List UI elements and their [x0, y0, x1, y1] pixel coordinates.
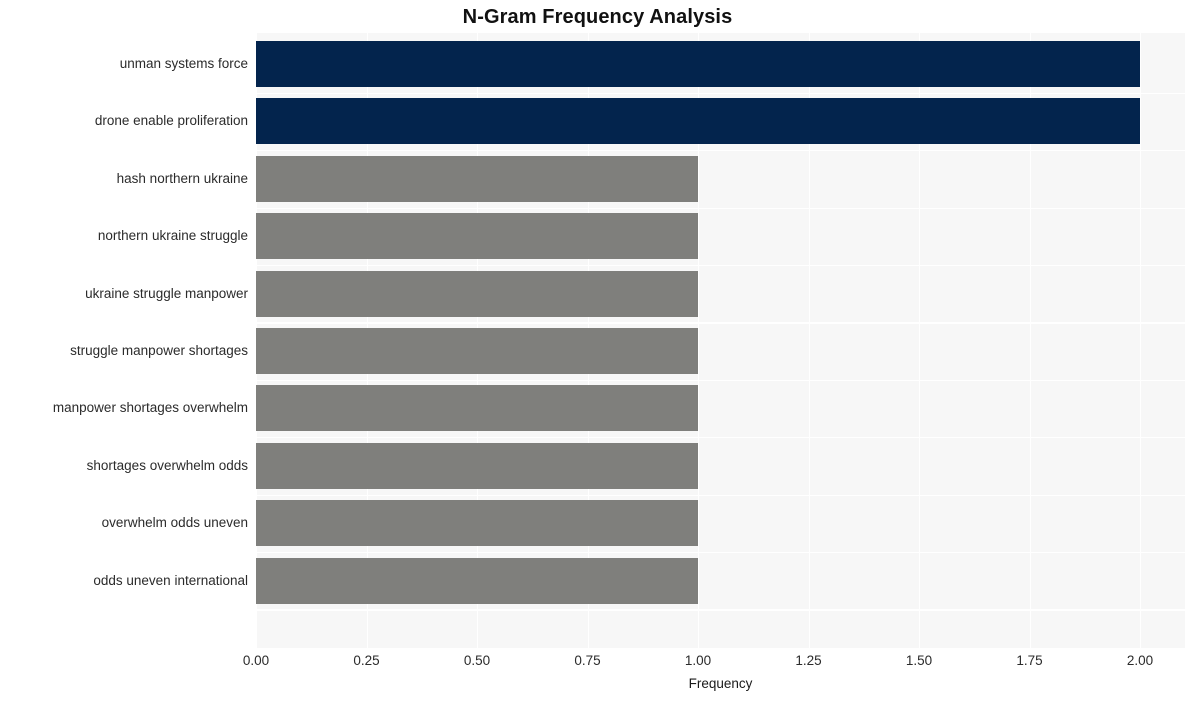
x-axis: 2.00 1.75 1.50 1.25 1.00 0.75 0.50 0.25 0.00 Fre…: [0, 648, 1195, 701]
x-axis-tick-label: 0.75: [574, 653, 601, 668]
y-axis-tick-label: drone enable proliferation: [94, 113, 248, 129]
x-axis-tick-label: 2.00: [1126, 653, 1154, 668]
y-axis-tick-label: unman systems force: [119, 56, 248, 71]
y-axis-tick-label: northern ukraine struggle: [97, 228, 248, 244]
bar[interactable]: [256, 385, 698, 432]
bar[interactable]: [256, 328, 698, 374]
bar[interactable]: [256, 557, 698, 604]
y-axis-tick-label: overwhelm odds uneven: [101, 515, 248, 531]
gridline-horizontal: [256, 264, 1185, 267]
y-axis-tick-label: odds uneven international: [93, 572, 248, 588]
x-axis-tick-label: 1.25: [795, 653, 822, 668]
x-axis-tick-label: 0.25: [353, 653, 380, 668]
gridline-vertical: [1140, 33, 1142, 648]
bar[interactable]: [256, 442, 698, 489]
chart-figure: N-Gram Frequency Analysis unman systems …: [0, 0, 1195, 701]
y-axis-tick-label: manpower shortages overwhelm: [52, 400, 248, 416]
bar[interactable]: [256, 500, 698, 547]
bar[interactable]: [256, 270, 698, 317]
y-axis-tick-label: ukraine struggle manpower: [85, 285, 248, 301]
x-axis-tick-label: 0.00: [242, 653, 270, 668]
y-axis-tick-label: shortages overwhelm odds: [86, 457, 248, 473]
x-axis-tick-label: 1.75: [1016, 653, 1043, 668]
gridline-horizontal: [256, 322, 1185, 324]
gridline-horizontal: [256, 150, 1185, 152]
gridline-horizontal: [256, 494, 1185, 496]
chart-title: N-Gram Frequency Analysis: [462, 6, 733, 28]
y-axis-tick-label: struggle manpower shortages: [70, 343, 248, 358]
y-axis-tick-label: hash northern ukraine: [116, 170, 248, 186]
x-axis-tick-label: 0.50: [463, 653, 491, 668]
x-axis-label: Frequency: [688, 676, 753, 691]
gridline-horizontal: [256, 609, 1185, 611]
bar[interactable]: [256, 155, 698, 202]
bar[interactable]: [256, 98, 1140, 145]
gridline-horizontal: [256, 437, 1185, 439]
x-axis-tick-label: 1.00: [684, 653, 712, 668]
y-axis-tick-labels: unman systems force drone enable prolifer…: [0, 33, 248, 648]
gridline-horizontal: [256, 207, 1185, 209]
plot-area: [256, 33, 1185, 648]
bar[interactable]: [256, 41, 1140, 87]
x-axis-tick-label: 1.50: [905, 653, 933, 668]
gridline-horizontal: [256, 551, 1185, 554]
bar[interactable]: [256, 213, 698, 260]
gridline-horizontal: [256, 379, 1185, 382]
gridline-horizontal: [256, 92, 1185, 95]
